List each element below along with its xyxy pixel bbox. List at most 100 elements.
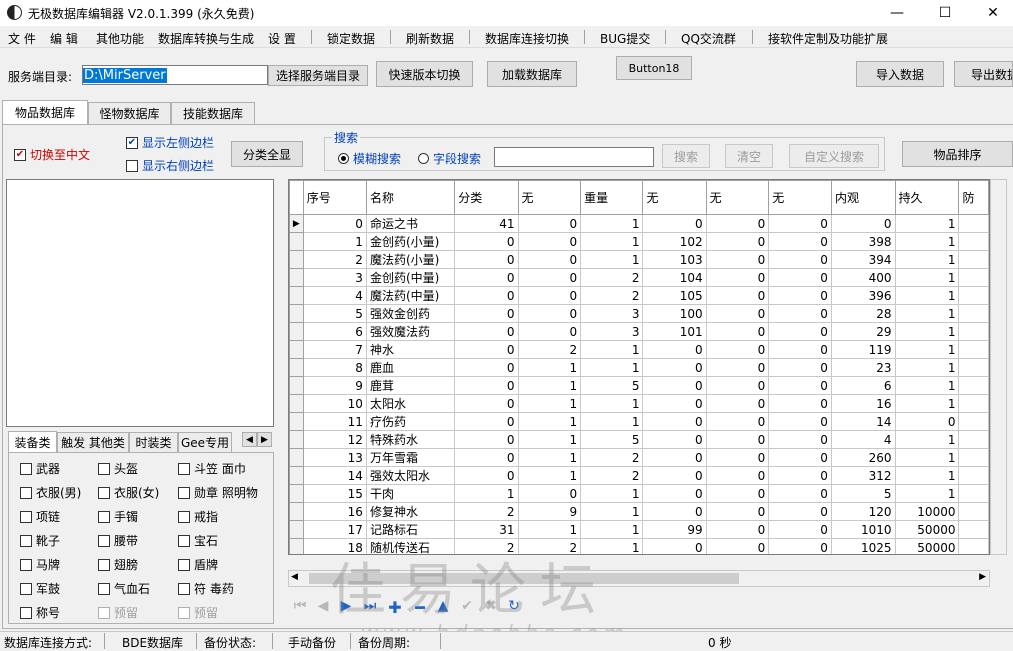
close-button[interactable]: ✕ xyxy=(970,0,1013,26)
table-cell[interactable]: 10000 xyxy=(894,502,960,521)
table-cell[interactable]: 0 xyxy=(705,214,770,233)
table-cell[interactable]: 0 xyxy=(705,358,770,377)
table-cell[interactable]: 14 xyxy=(302,466,367,485)
row-indicator[interactable] xyxy=(289,358,304,377)
table-cell[interactable]: 13 xyxy=(302,448,367,467)
table-cell[interactable]: 0 xyxy=(830,214,896,233)
table-cell[interactable]: 1 xyxy=(580,214,644,233)
table-cell[interactable]: 0 xyxy=(768,286,832,305)
table-cell[interactable] xyxy=(958,466,989,485)
table-row[interactable]: 17 记路标石 31 1 1 99 0 0 1010 50000 xyxy=(289,520,989,539)
table-cell[interactable]: 0 xyxy=(642,412,707,431)
show-all-categories-button[interactable]: 分类全显 xyxy=(231,141,303,167)
category-checkbox[interactable]: 称号 xyxy=(20,604,60,621)
table-cell[interactable] xyxy=(958,232,989,251)
item-sort-button[interactable]: 物品排序 xyxy=(902,141,1013,167)
import-button[interactable]: 导入数据 xyxy=(856,61,944,87)
table-cell[interactable]: 0 xyxy=(768,322,832,341)
table-cell[interactable]: 1 xyxy=(894,214,960,233)
table-row[interactable]: ▶ 0 命运之书 41 0 1 0 0 0 0 1 xyxy=(289,214,989,233)
table-cell[interactable]: 0 xyxy=(454,286,519,305)
row-indicator[interactable] xyxy=(289,538,304,554)
table-cell[interactable]: 0 xyxy=(454,340,519,359)
category-checkbox[interactable]: 气血石 xyxy=(98,580,150,597)
table-cell[interactable]: 0 xyxy=(705,376,770,395)
table-cell[interactable]: 1 xyxy=(894,232,960,251)
nav-post-icon[interactable]: ✔ xyxy=(458,598,476,614)
table-cell[interactable]: 0 xyxy=(454,268,519,287)
table-cell[interactable]: 1 xyxy=(894,340,960,359)
table-cell[interactable]: 1 xyxy=(894,466,960,485)
table-cell[interactable]: 103 xyxy=(642,250,707,269)
table-cell[interactable]: 2 xyxy=(580,448,644,467)
table-cell[interactable]: 6 xyxy=(302,322,367,341)
table-row[interactable]: 11 疗伤药 0 1 1 0 0 0 14 0 xyxy=(289,412,989,431)
table-row[interactable]: 3 金创药(中量) 0 0 2 104 0 0 400 1 xyxy=(289,268,989,287)
table-cell[interactable]: 0 xyxy=(302,214,367,233)
category-checkbox[interactable]: 勋章 照明物 xyxy=(178,484,258,501)
table-cell[interactable]: 命运之书 xyxy=(365,214,456,233)
table-cell[interactable]: 1 xyxy=(894,484,960,503)
table-cell[interactable]: 0 xyxy=(705,502,770,521)
table-cell[interactable]: 102 xyxy=(642,232,707,251)
table-cell[interactable]: 6 xyxy=(830,376,896,395)
table-cell[interactable]: 0 xyxy=(642,376,707,395)
table-cell[interactable]: 记路标石 xyxy=(365,520,456,539)
table-cell[interactable] xyxy=(958,484,989,503)
switch-chinese-checkbox[interactable]: ✔ 切换至中文 xyxy=(14,146,90,163)
table-cell[interactable]: 太阳水 xyxy=(365,394,456,413)
table-cell[interactable]: 魔法药(小量) xyxy=(365,250,456,269)
row-indicator[interactable] xyxy=(289,250,304,269)
table-cell[interactable]: 0 xyxy=(454,466,519,485)
category-checkbox[interactable]: 手镯 xyxy=(98,508,138,525)
table-cell[interactable]: 119 xyxy=(830,340,896,359)
table-cell[interactable]: 99 xyxy=(642,520,707,539)
table-cell[interactable]: 1010 xyxy=(830,520,896,539)
table-cell[interactable]: 1 xyxy=(517,466,582,485)
table-cell[interactable]: 12 xyxy=(302,430,367,449)
table-cell[interactable]: 0 xyxy=(768,394,832,413)
table-cell[interactable]: 0 xyxy=(705,232,770,251)
table-row[interactable]: 1 金创药(小量) 0 0 1 102 0 0 398 1 xyxy=(289,232,989,251)
table-cell[interactable]: 0 xyxy=(768,358,832,377)
table-cell[interactable]: 0 xyxy=(454,412,519,431)
table-cell[interactable]: 0 xyxy=(454,304,519,323)
tab-items[interactable]: 物品数据库 xyxy=(2,100,88,124)
category-checkbox[interactable]: 靴子 xyxy=(20,532,60,549)
table-cell[interactable]: 0 xyxy=(517,268,582,287)
scrollbar-thumb[interactable] xyxy=(309,573,739,584)
category-checkbox[interactable]: 马牌 xyxy=(20,556,60,573)
choose-dir-button[interactable]: 选择服务端目录 xyxy=(268,65,368,86)
row-indicator[interactable] xyxy=(289,322,304,341)
table-cell[interactable]: 0 xyxy=(768,412,832,431)
table-cell[interactable]: 0 xyxy=(768,484,832,503)
table-cell[interactable]: 随机传送石 xyxy=(365,538,456,554)
table-cell[interactable]: 1 xyxy=(894,394,960,413)
nav-next-icon[interactable]: ▶ xyxy=(337,598,355,614)
table-cell[interactable]: 0 xyxy=(517,322,582,341)
menu-qq-group[interactable]: QQ交流群 xyxy=(681,30,736,47)
category-tab-fashion[interactable]: 时装类 xyxy=(129,432,178,452)
grid-vertical-scrollbar[interactable] xyxy=(990,179,1007,555)
table-cell[interactable]: 0 xyxy=(705,448,770,467)
table-cell[interactable]: 5 xyxy=(580,376,644,395)
table-cell[interactable]: 1 xyxy=(580,520,644,539)
column-header[interactable]: 重量 xyxy=(580,180,644,215)
table-cell[interactable]: 强效魔法药 xyxy=(365,322,456,341)
field-search-radio[interactable]: 字段搜索 xyxy=(418,150,481,167)
tab-skills[interactable]: 技能数据库 xyxy=(171,102,255,124)
table-cell[interactable]: 0 xyxy=(454,232,519,251)
table-cell[interactable] xyxy=(958,430,989,449)
table-cell[interactable]: 鹿茸 xyxy=(365,376,456,395)
table-cell[interactable]: 强效太阳水 xyxy=(365,466,456,485)
table-cell[interactable]: 0 xyxy=(768,538,832,554)
table-cell[interactable]: 0 xyxy=(642,502,707,521)
scroll-left-arrow-icon[interactable]: ◀ xyxy=(291,572,298,582)
table-cell[interactable]: 0 xyxy=(517,232,582,251)
table-row[interactable]: 12 特殊药水 0 1 5 0 0 0 4 1 xyxy=(289,430,989,449)
menu-file[interactable]: 文 件 xyxy=(8,30,36,47)
maximize-button[interactable]: ☐ xyxy=(922,0,968,26)
table-cell[interactable]: 特殊药水 xyxy=(365,430,456,449)
table-cell[interactable]: 0 xyxy=(705,304,770,323)
table-cell[interactable]: 1 xyxy=(580,232,644,251)
